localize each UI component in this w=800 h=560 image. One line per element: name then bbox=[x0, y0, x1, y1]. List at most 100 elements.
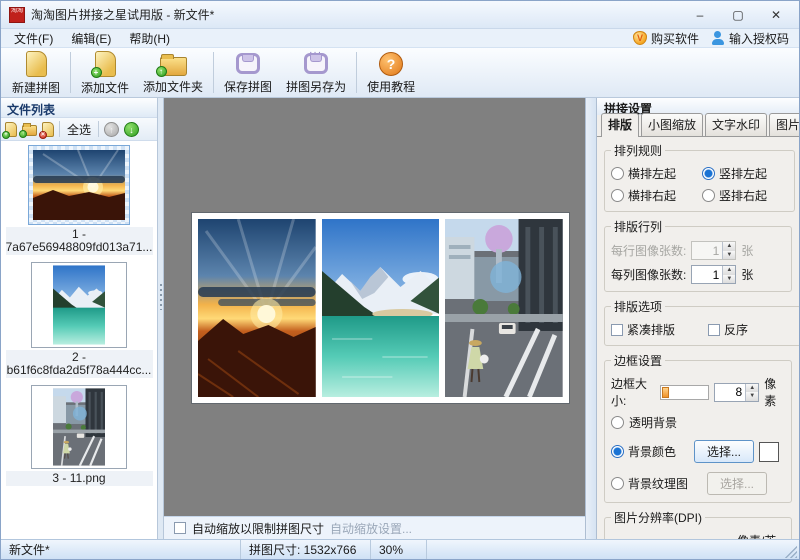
compact-layout-checkbox[interactable]: 紧凑排版 bbox=[611, 321, 703, 338]
add-file-icon[interactable]: + bbox=[2, 121, 17, 139]
dpi-group: 图片分辨率(DPI) 水平分辨率: ▲▼ 像素/英寸 垂直分辨率: bbox=[604, 509, 792, 539]
titlebar: 淘淘 淘淘图片拼接之星试用版 - 新文件* – ▢ ✕ bbox=[1, 1, 799, 29]
border-size-label: 边框大小: bbox=[611, 377, 648, 408]
radio-transparent-bg[interactable]: 透明背景 bbox=[611, 414, 785, 431]
tab-text-watermark[interactable]: 文字水印 bbox=[705, 113, 768, 136]
radio-horizontal-left[interactable]: 横排左起 bbox=[611, 165, 697, 182]
new-collage-button[interactable]: 新建拼图 bbox=[5, 48, 67, 97]
border-size-slider[interactable] bbox=[660, 384, 710, 400]
collage-image-street bbox=[445, 219, 564, 397]
street-thumbnail bbox=[53, 388, 105, 466]
buy-software-button[interactable]: V 购买软件 bbox=[627, 30, 705, 47]
images-per-row-stepper[interactable]: ▲▼ bbox=[691, 241, 737, 260]
radio-horizontal-right[interactable]: 横排右起 bbox=[611, 187, 697, 204]
close-button[interactable]: ✕ bbox=[761, 5, 791, 25]
autoscale-checkbox[interactable] bbox=[174, 522, 186, 534]
collage-image-sunset bbox=[198, 219, 316, 397]
color-swatch[interactable] bbox=[759, 441, 780, 462]
thumbnail-selected[interactable] bbox=[28, 145, 130, 225]
radio-icon bbox=[611, 477, 624, 490]
list-item[interactable]: 3 - 11.png bbox=[1, 385, 157, 486]
radio-bg-texture[interactable]: 背景纹理图 bbox=[611, 475, 702, 492]
save-icon bbox=[236, 53, 261, 74]
save-as-icon bbox=[304, 47, 329, 74]
images-per-col-stepper[interactable]: ▲▼ bbox=[691, 265, 737, 284]
group-title: 图片分辨率(DPI) bbox=[614, 511, 702, 525]
buy-software-label: 购买软件 bbox=[650, 31, 699, 46]
save-collage-button[interactable]: 保存拼图 bbox=[217, 48, 279, 97]
group-title: 排版选项 bbox=[614, 300, 663, 314]
layout-options-group: 排版选项 紧凑排版 反序 bbox=[604, 298, 799, 346]
enter-license-label: 输入授权码 bbox=[728, 31, 789, 46]
add-files-button[interactable]: + 添加文件 bbox=[74, 48, 136, 97]
toolbar-separator bbox=[70, 52, 72, 93]
move-up-button[interactable]: ↑ bbox=[104, 121, 120, 137]
add-folder-icon[interactable]: ↑ bbox=[19, 123, 37, 138]
app-icon: 淘淘 bbox=[9, 6, 25, 23]
tab-image-scale[interactable]: 小图缩放 bbox=[641, 113, 704, 136]
choose-texture-button[interactable]: 选择... bbox=[707, 472, 768, 495]
radio-bg-color[interactable]: 背景颜色 bbox=[611, 443, 689, 460]
remove-file-icon[interactable]: ✕ bbox=[39, 121, 54, 139]
spin-up-icon: ▲ bbox=[723, 266, 736, 275]
menu-file[interactable]: 文件(F) bbox=[5, 29, 62, 48]
tutorial-button[interactable]: ? 使用教程 bbox=[360, 48, 422, 97]
preview-area: 自动缩放以限制拼图尺寸 自动缩放设置... bbox=[164, 98, 585, 539]
menu-edit[interactable]: 编辑(E) bbox=[62, 29, 120, 48]
group-title: 排版行列 bbox=[614, 220, 663, 234]
radio-checked-icon bbox=[611, 445, 624, 458]
spin-down-icon: ▼ bbox=[746, 392, 759, 401]
checkbox-icon bbox=[708, 323, 720, 336]
thumbnail-caption: 1 - 7a67e56948809fd013a71... bbox=[5, 227, 153, 255]
group-title: 边框设置 bbox=[614, 354, 663, 368]
add-folder-button[interactable]: ↑ 添加文件夹 bbox=[136, 48, 210, 97]
list-item[interactable]: 2 - b61f6c8fda2d5f78a444cc... bbox=[1, 262, 157, 378]
spin-down-icon: ▼ bbox=[723, 274, 736, 283]
spin-up-icon: ▲ bbox=[723, 242, 736, 251]
file-list: 1 - 7a67e56948809fd013a71... 2 - b61f6c8… bbox=[1, 141, 157, 539]
autoscale-row: 自动缩放以限制拼图尺寸 自动缩放设置... bbox=[164, 516, 585, 539]
status-zoom-level: 30% bbox=[371, 540, 427, 559]
choose-color-button[interactable]: 选择... bbox=[694, 440, 755, 463]
select-all-button[interactable]: 全选 bbox=[65, 121, 93, 138]
list-item[interactable]: 1 - 7a67e56948809fd013a71... bbox=[1, 145, 157, 255]
maximize-button[interactable]: ▢ bbox=[723, 5, 753, 25]
border-size-slider-handle[interactable] bbox=[662, 386, 670, 398]
radio-icon bbox=[702, 189, 715, 202]
radio-vertical-left[interactable]: 竖排左起 bbox=[702, 165, 788, 182]
lake-thumbnail bbox=[53, 265, 105, 345]
preview-canvas[interactable] bbox=[164, 98, 585, 516]
file-list-title: 文件列表 bbox=[1, 98, 157, 118]
toolbar-separator bbox=[356, 52, 358, 93]
right-splitter[interactable] bbox=[585, 98, 597, 539]
thumbnail[interactable] bbox=[31, 385, 127, 469]
collage-preview[interactable] bbox=[192, 213, 569, 403]
arrange-rules-group: 排列规则 横排左起 竖排左起 横排右起 竖排右起 bbox=[604, 142, 795, 212]
radio-vertical-right[interactable]: 竖排右起 bbox=[702, 187, 788, 204]
thumbnail-caption: 3 - 11.png bbox=[5, 471, 153, 486]
spin-up-icon: ▲ bbox=[746, 383, 759, 392]
resize-grip[interactable] bbox=[785, 545, 797, 558]
move-down-button[interactable]: ↓ bbox=[124, 121, 140, 137]
app-window: 淘淘 淘淘图片拼接之星试用版 - 新文件* – ▢ ✕ 文件(F) 编辑(E) … bbox=[0, 0, 800, 560]
autoscale-label: 自动缩放以限制拼图尺寸 bbox=[192, 521, 325, 536]
save-as-button[interactable]: 拼图另存为 bbox=[279, 47, 353, 97]
minimize-button[interactable]: – bbox=[685, 5, 715, 25]
group-title: 排列规则 bbox=[614, 144, 663, 158]
file-list-panel: 文件列表 + ↑ ✕ 全选 ↑ ↓ 1 - 7a67e56948809fd013… bbox=[1, 98, 158, 539]
tab-image-watermark[interactable]: 图片水印 bbox=[769, 113, 799, 136]
file-list-toolbar: + ↑ ✕ 全选 ↑ ↓ bbox=[1, 118, 157, 141]
tab-layout[interactable]: 排版 bbox=[601, 113, 640, 137]
enter-license-button[interactable]: 输入授权码 bbox=[705, 30, 795, 47]
reverse-order-checkbox[interactable]: 反序 bbox=[708, 321, 794, 338]
border-size-stepper[interactable]: ▲▼ bbox=[714, 382, 760, 402]
menu-help[interactable]: 帮助(H) bbox=[120, 29, 179, 48]
thumbnail[interactable] bbox=[31, 262, 127, 348]
border-settings-group: 边框设置 边框大小: ▲▼ 像素 透明背景 bbox=[604, 352, 792, 503]
thumbnail-caption: 2 - b61f6c8fda2d5f78a444cc... bbox=[5, 350, 153, 378]
add-file-icon: + bbox=[90, 51, 116, 78]
toolbar-separator bbox=[213, 52, 215, 93]
spin-down-icon: ▼ bbox=[723, 250, 736, 259]
autoscale-settings-link[interactable]: 自动缩放设置... bbox=[330, 520, 412, 537]
status-filename: 新文件* bbox=[1, 540, 241, 559]
